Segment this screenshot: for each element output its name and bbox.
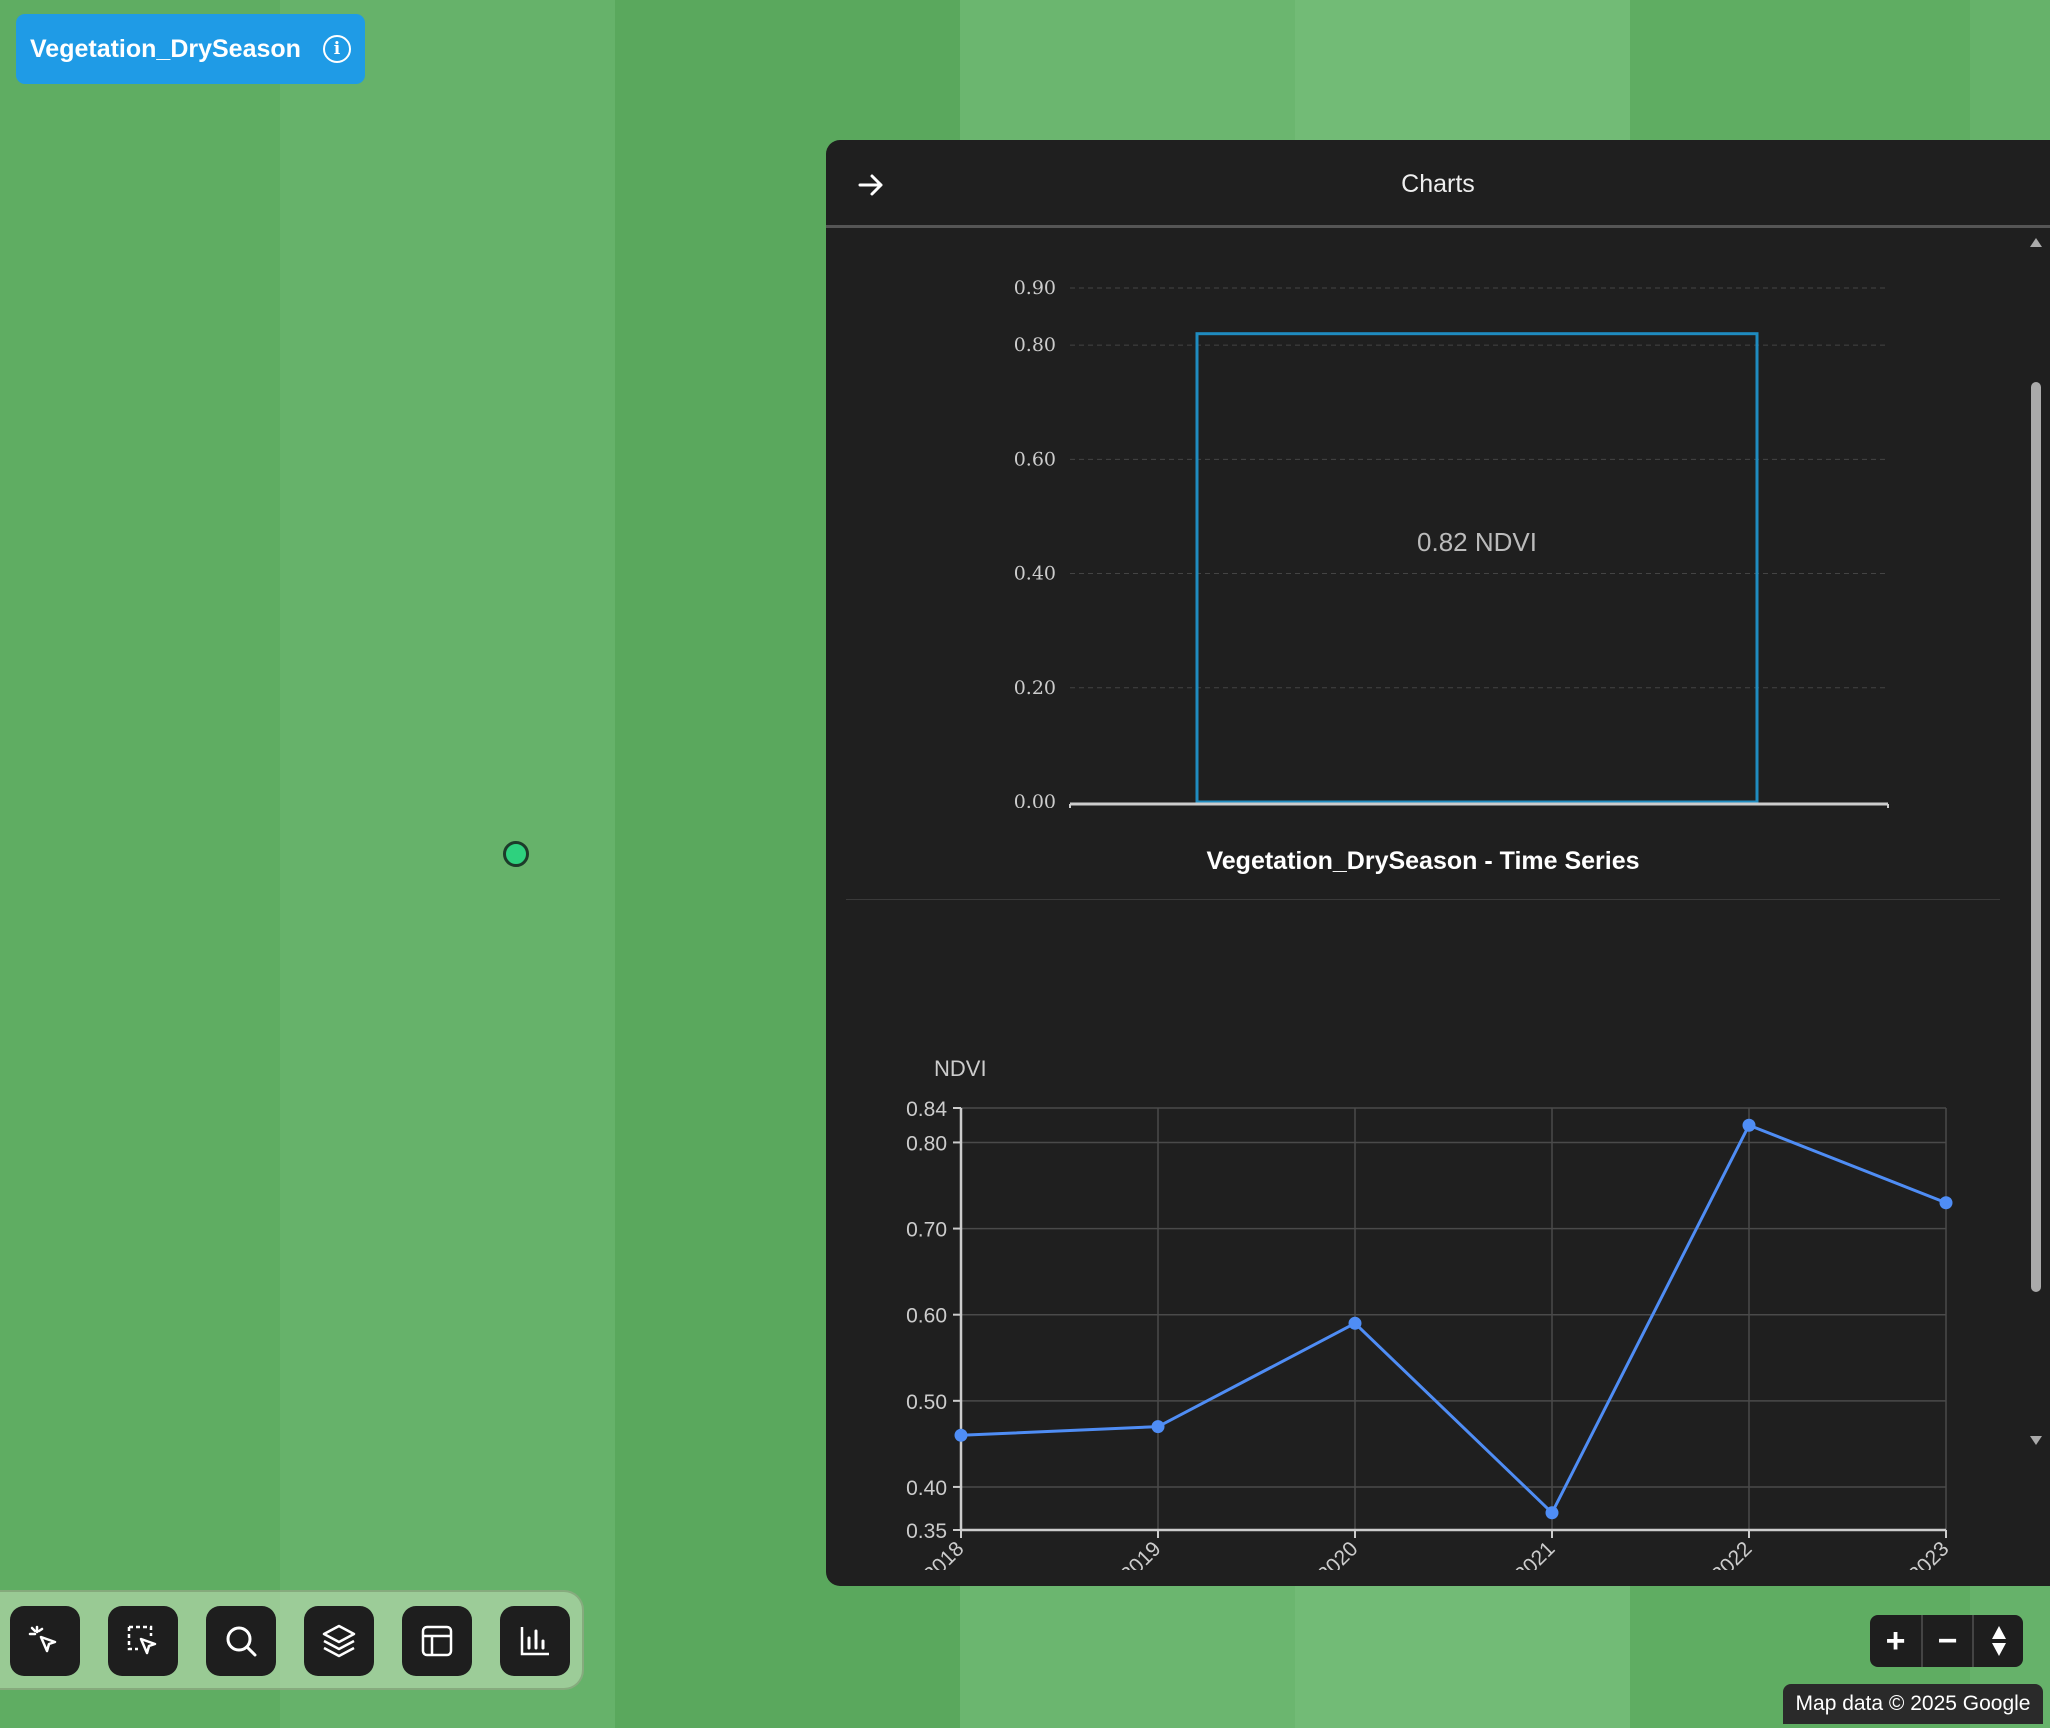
chart-tool-button[interactable] (500, 1606, 570, 1676)
line-chart: NDVI0.350.400.500.600.700.800.842018 2019… (906, 1056, 1953, 1570)
x-tick-label: 2019 (1116, 1537, 1165, 1570)
search-tool-button[interactable] (206, 1606, 276, 1676)
pointer-tool-button[interactable] (10, 1606, 80, 1676)
y-tick-label: 0.20 (1014, 677, 1056, 699)
x-tick-label: 2021 (1510, 1537, 1559, 1570)
y-tick-label: 0.80 (1014, 334, 1056, 356)
bar-chart: 0.00 0.20 0.40 0.60 0.80 0.90 0.82 NDVI (1014, 277, 1889, 808)
map-tile (0, 735, 280, 1075)
data-point (1151, 1420, 1165, 1434)
y-tick-label: 0.50 (906, 1391, 947, 1414)
select-area-icon (127, 1625, 157, 1655)
y-tick-label: 0.84 (906, 1098, 947, 1121)
scroll-down-icon[interactable] (2030, 1436, 2042, 1445)
map-tile (960, 0, 1295, 50)
layers-tool-button[interactable] (304, 1606, 374, 1676)
x-tick-label: 2020 (1313, 1537, 1362, 1570)
map-tile (0, 395, 280, 735)
data-point (1939, 1196, 1953, 1210)
y-tick-label: 0.60 (906, 1305, 947, 1328)
info-icon[interactable]: i (323, 35, 351, 63)
compass-icon (1991, 1626, 2006, 1656)
x-tick-label: 2022 (1707, 1537, 1756, 1570)
search-icon (226, 1626, 257, 1657)
compass-button[interactable] (1972, 1615, 2023, 1667)
map-tile (280, 395, 615, 735)
y-tick-label: 0.40 (1014, 563, 1056, 585)
panel-title: Charts (1401, 170, 1475, 198)
layer-badge[interactable]: Vegetation_DrySeason i (16, 14, 365, 84)
map-tile (0, 1075, 280, 1415)
map-tile (615, 0, 960, 50)
data-point (954, 1428, 968, 1442)
map-tile (1630, 0, 1970, 50)
location-marker[interactable] (503, 841, 529, 867)
bar (1195, 332, 1759, 804)
zoom-in-button[interactable]: + (1870, 1615, 1921, 1667)
y-axis-label: NDVI (934, 1056, 987, 1081)
scrollbar[interactable] (2022, 232, 2050, 1452)
table-icon (421, 1625, 453, 1657)
bar-chart-icon (520, 1627, 549, 1656)
toolbar (0, 1590, 584, 1690)
map-tile (280, 50, 615, 395)
zoom-out-button[interactable]: − (1921, 1615, 1972, 1667)
y-tick-label: 0.00 (1014, 791, 1056, 808)
data-point (1348, 1316, 1362, 1330)
zoom-controls: + − (1870, 1615, 2025, 1667)
map-tile (0, 50, 280, 395)
pointer-icon (28, 1625, 57, 1653)
map-tile (1970, 0, 2050, 50)
y-tick-label: 0.35 (906, 1520, 947, 1543)
map-tile (1295, 0, 1630, 50)
map-tile (280, 1075, 615, 1415)
layers-icon (322, 1624, 356, 1658)
series-line (960, 1123, 1947, 1516)
divider (846, 899, 2000, 900)
layer-name: Vegetation_DrySeason (30, 34, 301, 63)
y-tick-label: 0.70 (906, 1219, 947, 1242)
x-tick-label: 2023 (1904, 1537, 1953, 1570)
time-series-title: Vegetation_DrySeason - Time Series (1206, 847, 1640, 875)
data-point (1545, 1506, 1559, 1520)
charts-panel: Charts 0.00 0.20 0.40 0.60 0.80 0.90 0.82 NDVI… (826, 140, 2050, 1586)
scrollbar-thumb[interactable] (2031, 382, 2041, 1292)
table-tool-button[interactable] (402, 1606, 472, 1676)
data-point (1742, 1118, 1756, 1132)
select-tool-button[interactable] (108, 1606, 178, 1676)
y-tick-label: 0.90 (1014, 277, 1056, 299)
scroll-up-icon[interactable] (2030, 238, 2042, 247)
panel-header: Charts (826, 140, 2050, 228)
y-tick-label: 0.60 (1014, 448, 1056, 470)
y-tick-label: 0.80 (906, 1132, 947, 1155)
bar-value-label: 0.82 NDVI (1417, 527, 1537, 557)
y-tick-label: 0.40 (906, 1477, 947, 1500)
map-tile (280, 735, 615, 1075)
map-attribution: Map data © 2025 Google (1783, 1684, 2043, 1724)
